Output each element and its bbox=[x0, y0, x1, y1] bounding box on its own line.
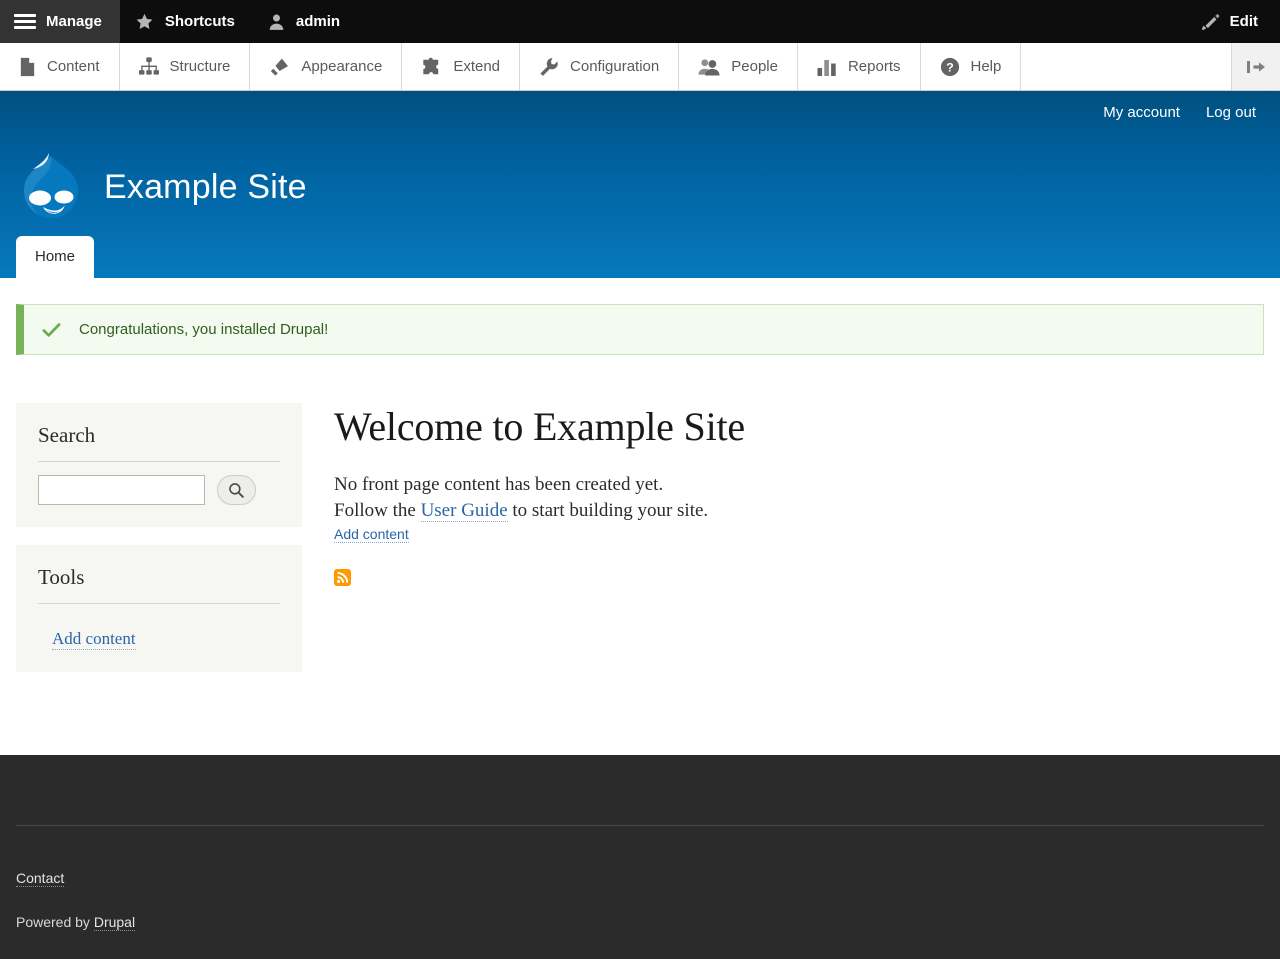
admin-toolbar-bar: Manage Shortcuts admin Edit bbox=[0, 0, 1280, 43]
menu-item-content-label: Content bbox=[47, 58, 100, 75]
content-columns: Search Tools Add content bbox=[16, 403, 1264, 690]
svg-text:?: ? bbox=[946, 60, 954, 74]
people-icon bbox=[698, 57, 720, 77]
log-out-link[interactable]: Log out bbox=[1206, 104, 1256, 121]
menu-item-content[interactable]: Content bbox=[0, 43, 120, 90]
tools-add-content-link[interactable]: Add content bbox=[52, 629, 136, 650]
menu-item-structure[interactable]: Structure bbox=[120, 43, 251, 90]
user-guide-text: Follow the User Guide to start building … bbox=[334, 498, 1264, 524]
orientation-toggle-button[interactable] bbox=[1232, 43, 1280, 90]
bar-chart-icon bbox=[817, 57, 837, 76]
toolbar-menu-filler bbox=[1021, 43, 1232, 90]
rss-feed-icon[interactable] bbox=[334, 569, 351, 586]
powered-by-text: Powered by Drupal bbox=[16, 914, 1264, 930]
powered-by-drupal-link[interactable]: Drupal bbox=[94, 914, 135, 931]
menu-item-people-label: People bbox=[731, 58, 778, 75]
edit-button[interactable]: Edit bbox=[1186, 0, 1280, 43]
sitemap-icon bbox=[139, 57, 159, 76]
menu-item-reports-label: Reports bbox=[848, 58, 901, 75]
site-name: Example Site bbox=[104, 168, 307, 207]
sidebar-first: Search Tools Add content bbox=[16, 403, 302, 690]
menu-item-help-label: Help bbox=[971, 58, 1002, 75]
status-message: Congratulations, you installed Drupal! bbox=[16, 304, 1264, 355]
my-account-link[interactable]: My account bbox=[1103, 104, 1180, 121]
user-account-links: My account Log out bbox=[1103, 104, 1256, 121]
page-content: Congratulations, you installed Drupal! S… bbox=[0, 304, 1280, 690]
menu-item-appearance-label: Appearance bbox=[301, 58, 382, 75]
powered-by-prefix: Powered by bbox=[16, 914, 94, 930]
menu-item-configuration[interactable]: Configuration bbox=[520, 43, 679, 90]
primary-tabs: Home bbox=[16, 236, 94, 278]
site-header: My account Log out Example Site Home bbox=[0, 91, 1280, 278]
search-form bbox=[38, 475, 280, 505]
toolbar-tab-shortcuts[interactable]: Shortcuts bbox=[120, 0, 253, 43]
menu-item-extend[interactable]: Extend bbox=[402, 43, 520, 90]
file-icon bbox=[19, 57, 36, 77]
search-block: Search bbox=[16, 403, 302, 527]
site-footer: Contact Powered by Drupal bbox=[0, 755, 1280, 959]
menu-item-extend-label: Extend bbox=[453, 58, 500, 75]
puzzle-icon bbox=[421, 57, 442, 77]
paintbrush-icon bbox=[269, 57, 290, 77]
search-input[interactable] bbox=[38, 475, 205, 505]
user-guide-link[interactable]: User Guide bbox=[421, 500, 508, 522]
menu-item-help[interactable]: ? Help bbox=[921, 43, 1022, 90]
pencil-icon bbox=[1200, 11, 1221, 32]
user-guide-suffix: to start building your site. bbox=[508, 500, 709, 521]
toolbar-tab-manage-label: Manage bbox=[46, 13, 102, 30]
tools-block: Tools Add content bbox=[16, 545, 302, 672]
no-content-text: No front page content has been created y… bbox=[334, 472, 1264, 498]
drupal-droplet-logo bbox=[16, 147, 86, 227]
toolbar-tab-shortcuts-label: Shortcuts bbox=[165, 13, 235, 30]
toolbar-tab-account-label: admin bbox=[296, 13, 340, 30]
question-circle-icon: ? bbox=[940, 57, 960, 77]
tools-block-title: Tools bbox=[38, 565, 280, 604]
main-content: Welcome to Example Site No front page co… bbox=[334, 403, 1264, 690]
magnifier-icon bbox=[228, 482, 245, 499]
toolbar-tab-account[interactable]: admin bbox=[253, 0, 358, 43]
hamburger-icon bbox=[14, 14, 36, 30]
vertical-orientation-icon bbox=[1245, 59, 1267, 75]
search-submit-button[interactable] bbox=[217, 475, 256, 505]
user-icon bbox=[267, 12, 286, 32]
toolbar-tab-manage[interactable]: Manage bbox=[0, 0, 120, 43]
checkmark-icon bbox=[42, 322, 61, 338]
status-message-text: Congratulations, you installed Drupal! bbox=[79, 321, 328, 338]
wrench-icon bbox=[539, 57, 559, 77]
star-icon bbox=[134, 12, 155, 32]
tab-home[interactable]: Home bbox=[16, 236, 94, 278]
site-branding[interactable]: Example Site bbox=[16, 147, 307, 227]
menu-item-configuration-label: Configuration bbox=[570, 58, 659, 75]
main-add-content-link[interactable]: Add content bbox=[334, 526, 409, 543]
menu-item-appearance[interactable]: Appearance bbox=[250, 43, 402, 90]
page-title: Welcome to Example Site bbox=[334, 403, 1264, 450]
user-guide-prefix: Follow the bbox=[334, 500, 421, 521]
menu-item-reports[interactable]: Reports bbox=[798, 43, 921, 90]
search-block-title: Search bbox=[38, 423, 280, 462]
menu-item-structure-label: Structure bbox=[170, 58, 231, 75]
admin-toolbar-menu: Content Structure Appearance bbox=[0, 43, 1280, 91]
footer-contact-link[interactable]: Contact bbox=[16, 870, 64, 887]
menu-item-people[interactable]: People bbox=[679, 43, 798, 90]
edit-button-label: Edit bbox=[1230, 13, 1258, 30]
footer-menu: Contact Powered by Drupal bbox=[16, 826, 1264, 930]
